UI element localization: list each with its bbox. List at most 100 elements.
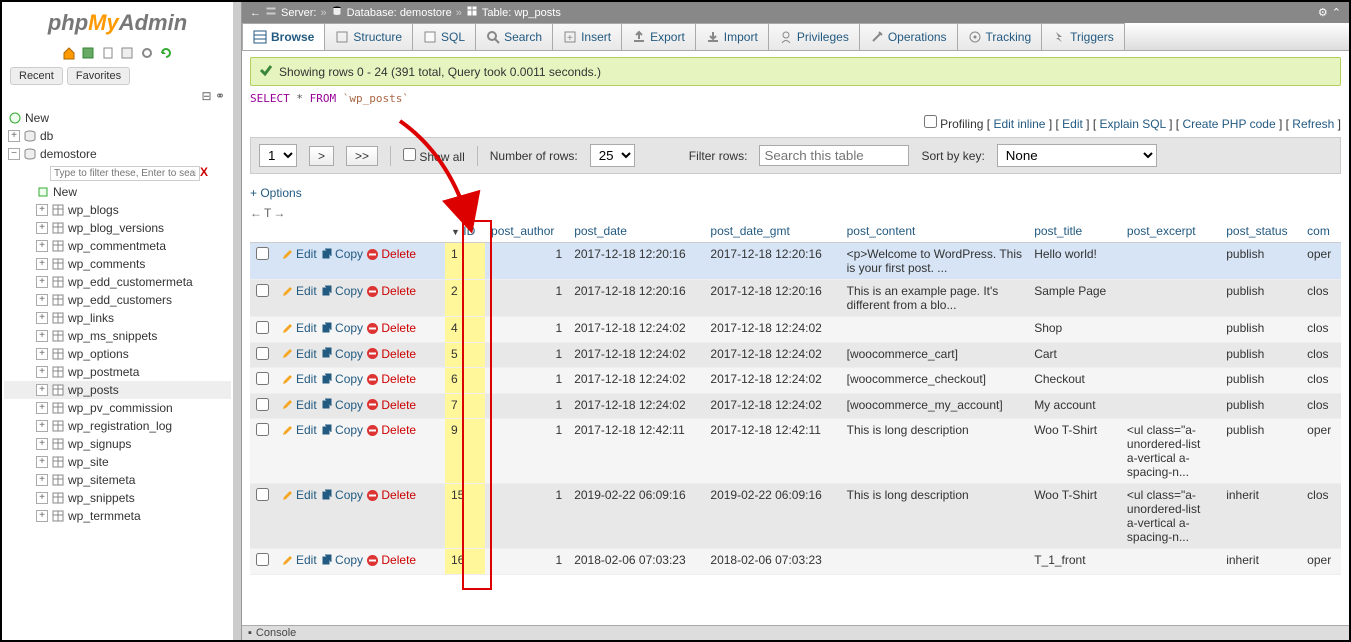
tab-search[interactable]: Search (475, 23, 553, 50)
cell-date[interactable]: 2017-12-18 12:42:11 (568, 419, 704, 484)
expand-icon[interactable]: + (36, 474, 48, 486)
cell-excerpt[interactable] (1121, 368, 1220, 394)
cell-com[interactable]: clos (1301, 342, 1341, 368)
cell-date[interactable]: 2017-12-18 12:20:16 (568, 243, 704, 280)
tree-table-wp_edd_customers[interactable]: + wp_edd_customers (4, 291, 231, 309)
row-checkbox[interactable] (256, 284, 269, 297)
tab-import[interactable]: Import (695, 23, 769, 50)
cell-title[interactable]: Shop (1028, 317, 1121, 343)
tree-table-wp_blogs[interactable]: + wp_blogs (4, 201, 231, 219)
collapse-top-icon[interactable]: ⌃ (1332, 6, 1341, 19)
cell-status[interactable]: publish (1220, 317, 1301, 343)
cell-com[interactable]: clos (1301, 280, 1341, 317)
reload-icon[interactable] (159, 46, 173, 60)
cell-author[interactable]: 1 (485, 393, 568, 419)
bc-server[interactable]: Server: (281, 7, 316, 19)
cell-gmt[interactable]: 2019-02-22 06:09:16 (704, 484, 840, 549)
collapse-icon[interactable]: ⊟ (202, 89, 212, 103)
row-delete-link[interactable]: Delete (366, 347, 416, 361)
tree-table-wp_ms_snippets[interactable]: + wp_ms_snippets (4, 327, 231, 345)
cell-com[interactable]: clos (1301, 368, 1341, 394)
link-icon[interactable]: ⚭ (215, 89, 225, 103)
row-copy-link[interactable]: Copy (320, 347, 363, 361)
cell-content[interactable]: <p>Welcome to WordPress. This is your fi… (841, 243, 1029, 280)
cell-gmt[interactable]: 2017-12-18 12:24:02 (704, 317, 840, 343)
tree-table-wp_postmeta[interactable]: + wp_postmeta (4, 363, 231, 381)
numrows-select[interactable]: 25 (590, 144, 635, 167)
cell-id[interactable]: 2 (445, 280, 485, 317)
tree-table-wp_options[interactable]: + wp_options (4, 345, 231, 363)
cell-id[interactable]: 1 (445, 243, 485, 280)
cell-date[interactable]: 2018-02-06 07:03:23 (568, 549, 704, 575)
row-edit-link[interactable]: Edit (281, 423, 317, 437)
tree-table-wp_comments[interactable]: + wp_comments (4, 255, 231, 273)
cell-com[interactable]: oper (1301, 419, 1341, 484)
bc-database[interactable]: Database: demostore (347, 7, 452, 19)
cell-author[interactable]: 1 (485, 368, 568, 394)
row-delete-link[interactable]: Delete (366, 488, 416, 502)
tree-table-wp_edd_customermeta[interactable]: + wp_edd_customermeta (4, 273, 231, 291)
cell-excerpt[interactable] (1121, 549, 1220, 575)
cell-id[interactable]: 15 (445, 484, 485, 549)
row-edit-link[interactable]: Edit (281, 247, 317, 261)
cell-content[interactable] (841, 317, 1029, 343)
row-edit-link[interactable]: Edit (281, 284, 317, 298)
cell-com[interactable]: clos (1301, 484, 1341, 549)
col-post-content[interactable]: post_content (841, 220, 1029, 243)
tab-structure[interactable]: Structure (324, 23, 413, 50)
row-checkbox[interactable] (256, 423, 269, 436)
expand-icon[interactable]: + (36, 492, 48, 504)
next-page-button[interactable]: > (309, 146, 334, 166)
explain-link[interactable]: Explain SQL (1100, 117, 1166, 131)
cell-title[interactable]: Checkout (1028, 368, 1121, 394)
col-post-status[interactable]: post_status (1220, 220, 1301, 243)
expand-icon[interactable]: + (36, 438, 48, 450)
column-order-control[interactable]: ←T→ (250, 206, 1341, 220)
cell-gmt[interactable]: 2017-12-18 12:42:11 (704, 419, 840, 484)
row-copy-link[interactable]: Copy (320, 372, 363, 386)
col-post-excerpt[interactable]: post_excerpt (1121, 220, 1220, 243)
col-post-author[interactable]: post_author (485, 220, 568, 243)
gear-icon[interactable] (140, 46, 154, 60)
options-link[interactable]: + Options (250, 186, 302, 200)
expand-icon[interactable]: + (36, 510, 48, 522)
tab-tracking[interactable]: Tracking (957, 23, 1043, 50)
page-select[interactable]: 1 (259, 144, 297, 167)
cell-status[interactable]: publish (1220, 368, 1301, 394)
col-post-title[interactable]: post_title (1028, 220, 1121, 243)
cell-excerpt[interactable] (1121, 280, 1220, 317)
row-delete-link[interactable]: Delete (366, 247, 416, 261)
row-delete-link[interactable]: Delete (366, 284, 416, 298)
collapse-icon[interactable]: − (8, 148, 20, 160)
logout-icon[interactable] (81, 46, 95, 60)
row-edit-link[interactable]: Edit (281, 321, 317, 335)
sql-icon[interactable] (120, 46, 134, 60)
row-checkbox[interactable] (256, 347, 269, 360)
row-delete-link[interactable]: Delete (366, 398, 416, 412)
show-all-checkbox[interactable] (403, 148, 416, 161)
expand-icon[interactable]: + (36, 456, 48, 468)
cell-com[interactable]: clos (1301, 317, 1341, 343)
cell-title[interactable]: Hello world! (1028, 243, 1121, 280)
row-checkbox[interactable] (256, 372, 269, 385)
expand-icon[interactable]: + (36, 240, 48, 252)
row-copy-link[interactable]: Copy (320, 398, 363, 412)
row-delete-link[interactable]: Delete (366, 372, 416, 386)
cell-gmt[interactable]: 2017-12-18 12:24:02 (704, 393, 840, 419)
console-bar[interactable]: ▪ Console (242, 625, 1349, 640)
cell-id[interactable]: 7 (445, 393, 485, 419)
tree-new[interactable]: New (4, 109, 231, 127)
cell-author[interactable]: 1 (485, 419, 568, 484)
tree-filter-input[interactable] (50, 166, 200, 181)
tree-table-wp_links[interactable]: + wp_links (4, 309, 231, 327)
expand-icon[interactable]: + (36, 276, 48, 288)
tree-new-table[interactable]: New (4, 183, 231, 201)
row-edit-link[interactable]: Edit (281, 488, 317, 502)
col-post-date[interactable]: post_date (568, 220, 704, 243)
cell-title[interactable]: My account (1028, 393, 1121, 419)
cell-com[interactable]: oper (1301, 243, 1341, 280)
tab-operations[interactable]: Operations (859, 23, 958, 50)
cell-author[interactable]: 1 (485, 280, 568, 317)
sort-select[interactable]: None (997, 144, 1157, 167)
expand-icon[interactable]: + (36, 348, 48, 360)
